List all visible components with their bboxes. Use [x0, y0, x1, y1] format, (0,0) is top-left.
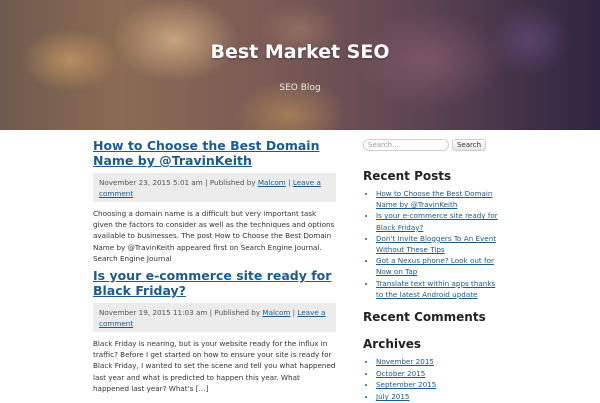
post-meta: November 19, 2015 11:03 am | Published b…	[93, 303, 336, 333]
author-link[interactable]: Malcom	[262, 308, 290, 317]
recent-comments-heading: Recent Comments	[363, 310, 486, 325]
post-title-link[interactable]: How to Choose the Best Domain Name by @T…	[93, 138, 336, 168]
list-item: How to Choose the Best Domain Name by @T…	[376, 188, 503, 210]
post-date: November 19, 2015 11:03 am	[99, 308, 208, 318]
list-item: July 2015	[376, 391, 503, 402]
recent-post-link[interactable]: Got a Nexus phone? Look out for Now on T…	[376, 256, 494, 276]
post: How to Choose the Best Domain Name by @T…	[93, 138, 336, 264]
post: Is your e-commerce site ready for Black …	[93, 268, 336, 394]
archive-link[interactable]: October 2015	[376, 369, 425, 378]
recent-posts-list: How to Choose the Best Domain Name by @T…	[363, 188, 503, 300]
list-item: September 2015	[376, 379, 503, 390]
site-tagline: SEO Blog	[279, 83, 321, 93]
published-by-label: | Published by	[205, 178, 256, 187]
sidebar: Search Recent Posts How to Choose the Be…	[363, 138, 503, 403]
list-item: October 2015	[376, 368, 503, 379]
recent-posts-heading: Recent Posts	[363, 169, 452, 183]
recent-post-link[interactable]: Translate text within apps thanks to the…	[376, 279, 495, 299]
archives-heading: Archives	[363, 337, 422, 352]
archives-list: November 2015 October 2015 September 201…	[363, 356, 503, 402]
post-excerpt: Choosing a domain name is a difficult bu…	[93, 209, 335, 263]
post-title-link[interactable]: Is your e-commerce site ready for Black …	[93, 268, 336, 298]
recent-post-link[interactable]: How to Choose the Best Domain Name by @T…	[376, 189, 492, 209]
archive-link[interactable]: September 2015	[376, 380, 436, 389]
author-link[interactable]: Malcom	[258, 178, 286, 187]
site-title[interactable]: Best Market SEO	[0, 41, 600, 63]
post-excerpt: Black Friday is nearing, but is your web…	[93, 339, 336, 393]
list-item: Got a Nexus phone? Look out for Now on T…	[376, 255, 503, 277]
search-button[interactable]: Search	[452, 139, 486, 151]
search-input[interactable]	[363, 139, 449, 151]
recent-post-link[interactable]: Don't Invite Bloggers To An Event Withou…	[376, 234, 496, 254]
search-form: Search	[363, 138, 503, 152]
meta-separator: |	[288, 178, 291, 187]
post-list: How to Choose the Best Domain Name by @T…	[93, 138, 336, 394]
post-date: November 23, 2015 5:01 am	[99, 178, 203, 187]
post-meta: November 23, 2015 5:01 am | Published by…	[93, 173, 336, 202]
recent-post-link[interactable]: Is your e-commerce site ready for Black …	[376, 211, 498, 231]
list-item: Translate text within apps thanks to the…	[376, 278, 503, 300]
site-header: Best Market SEO SEO Blog	[0, 0, 600, 130]
list-item: Don't Invite Bloggers To An Event Withou…	[376, 233, 503, 255]
published-by-label: | Published by	[209, 308, 261, 318]
list-item: Is your e-commerce site ready for Black …	[376, 210, 503, 232]
meta-separator: |	[292, 308, 296, 318]
archive-link[interactable]: November 2015	[376, 357, 434, 366]
list-item: November 2015	[376, 356, 503, 367]
